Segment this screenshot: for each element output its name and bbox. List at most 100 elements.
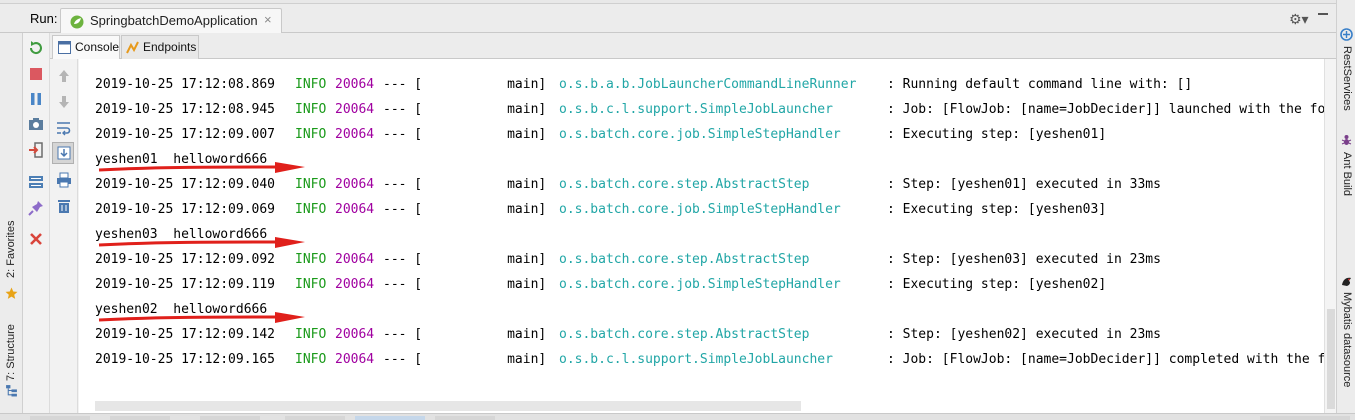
rest-services-icon[interactable] [1340,28,1353,41]
log-logger: o.s.batch.core.job.SimpleStepHandler [559,127,841,142]
log-level: INFO [295,127,327,142]
log-logger: o.s.batch.core.step.AbstractStep [559,252,810,267]
console-output[interactable]: 2019-10-25 17:12:08.869 INFO 20064 --- [ ma… [79,59,1324,413]
log-thread: main] [421,202,547,217]
tab-endpoints-label: Endpoints [143,40,197,54]
scrollbar-thumb[interactable] [1327,309,1335,409]
right-tool-strip: RestServices Ant Build Mybatis datasourc… [1336,0,1355,413]
rest-services-tool-label[interactable]: RestServices [1341,46,1353,111]
gear-icon[interactable]: ⚙▾ [1289,11,1309,28]
tab-console-label: Console [75,40,120,54]
red-arrow-annotation [98,162,305,173]
run-toolbar: Run: SpringbatchDemoApplication × ⚙▾ [0,4,1336,33]
log-thread: main] [421,102,547,117]
console-horizontal-scrollbar[interactable] [95,401,801,411]
left-tool-strip: 2: Favorites 7: Structure [0,33,23,413]
log-thread: main] [421,352,547,367]
favorites-tool-label[interactable]: 2: Favorites [5,221,17,278]
log-pid: 20064 [335,177,375,192]
print-icon[interactable] [56,172,72,188]
pin-icon[interactable] [28,200,44,216]
log-thread: main] [421,177,547,192]
run-label: Run: [30,11,58,26]
log-pid: 20064 [335,352,375,367]
console-icon [58,41,71,54]
log-level: INFO [295,102,327,117]
bottom-tool-item-run[interactable] [355,416,425,420]
log-thread: main] [421,127,547,142]
soft-wrap-icon[interactable] [56,120,72,136]
console-vertical-scrollbar[interactable] [1324,59,1336,413]
tab-endpoints[interactable]: Endpoints [121,35,199,59]
log-pid: 20064 [335,327,375,342]
log-thread: main] [421,252,547,267]
log-msg: : Job: [FlowJob: [name=JobDecider]] laun… [887,102,1324,117]
log-msg: : Running default command line with: [] [887,77,1193,92]
rerun-icon[interactable] [28,40,44,56]
log-msg: : Job: [FlowJob: [name=JobDecider]] comp… [887,352,1324,367]
log-sep: --- [ [383,327,423,342]
log-sep: --- [ [383,127,423,142]
bottom-tool-item[interactable] [30,416,90,420]
tab-console[interactable]: Console [52,35,120,59]
camera-icon[interactable] [28,116,44,132]
bottom-tool-item[interactable] [200,416,260,420]
log-msg: : Executing step: [yeshen03] [887,202,1107,217]
arrow-down-icon[interactable] [56,94,72,110]
log-time: 2019-10-25 17:12:09.069 [95,202,276,217]
log-thread: main] [421,327,547,342]
mybatis-tool-label[interactable]: Mybatis datasource [1341,292,1353,387]
log-sep: --- [ [383,252,423,267]
log-level: INFO [295,327,327,342]
bottom-tool-item[interactable] [1260,416,1350,420]
log-pid: 20064 [335,277,375,292]
bottom-tool-strip [0,413,1355,420]
log-level: INFO [295,77,327,92]
close-session-icon[interactable] [28,231,44,247]
ant-icon[interactable] [1340,134,1353,147]
log-pid: 20064 [335,102,375,117]
bottom-tool-item[interactable] [285,416,345,420]
log-sep: --- [ [383,277,423,292]
bottom-tool-item[interactable] [110,416,170,420]
log-thread: main] [421,277,547,292]
log-msg: : Step: [yeshen02] executed in 23ms [887,327,1161,342]
structure-icon[interactable] [5,384,18,397]
log-pid: 20064 [335,77,375,92]
close-icon[interactable]: × [264,12,272,27]
mybatis-bird-icon[interactable] [1340,275,1353,288]
star-icon[interactable] [5,287,18,300]
log-logger: o.s.b.c.l.support.SimpleJobLauncher [559,352,833,367]
stop-icon[interactable] [28,66,44,82]
log-pid: 20064 [335,252,375,267]
structure-tool-label[interactable]: 7: Structure [5,324,17,381]
login-icon[interactable] [28,142,44,158]
run-tab-springbatch[interactable]: SpringbatchDemoApplication × [60,8,282,33]
layout-icon[interactable] [28,174,44,190]
log-msg: : Executing step: [yeshen01] [887,127,1107,142]
log-logger: o.s.b.a.b.JobLauncherCommandLineRunner [559,77,857,92]
log-sep: --- [ [383,177,423,192]
pause-icon[interactable] [28,91,44,107]
log-msg: : Step: [yeshen03] executed in 23ms [887,252,1161,267]
log-thread: main] [421,77,547,92]
scroll-to-end-icon [57,146,71,160]
minimize-icon[interactable] [1318,13,1328,15]
log-sep: --- [ [383,102,423,117]
log-level: INFO [295,177,327,192]
red-arrow-annotation [98,312,305,323]
log-msg: : Executing step: [yeshen02] [887,277,1107,292]
log-logger: o.s.batch.core.step.AbstractStep [559,177,810,192]
log-sep: --- [ [383,352,423,367]
log-time: 2019-10-25 17:12:09.007 [95,127,276,142]
trash-icon[interactable] [56,198,72,214]
endpoints-icon [126,41,139,54]
log-level: INFO [295,202,327,217]
arrow-up-icon[interactable] [56,68,72,84]
log-msg: : Step: [yeshen01] executed in 33ms [887,177,1161,192]
ant-build-tool-label[interactable]: Ant Build [1341,152,1353,196]
run-tab-title: SpringbatchDemoApplication [90,13,258,28]
log-time: 2019-10-25 17:12:09.142 [95,327,276,342]
bottom-tool-item[interactable] [435,416,495,420]
log-logger: o.s.batch.core.step.AbstractStep [559,327,810,342]
